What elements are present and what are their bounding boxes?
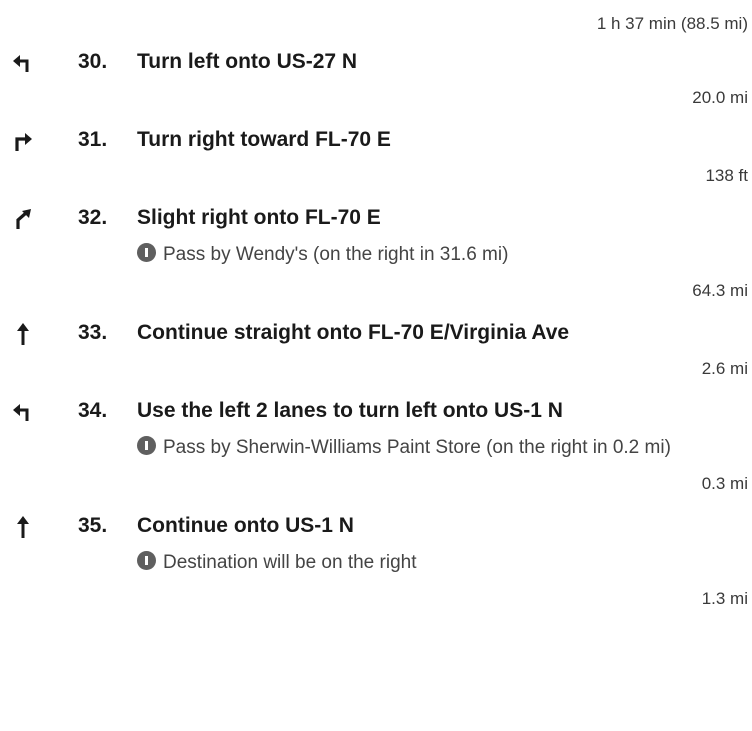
- step-note: Pass by Wendy's (on the right in 31.6 mi…: [137, 236, 752, 273]
- step-distance: 0.3 mi: [701, 474, 748, 493]
- step-distance: 20.0 mi: [692, 88, 748, 107]
- info-icon: [137, 436, 156, 455]
- step-instruction: Turn right toward FL-70 E: [137, 128, 391, 151]
- info-icon: [137, 551, 156, 570]
- slight-right-icon: [10, 206, 36, 232]
- step-number: 33.: [78, 321, 108, 344]
- step-instruction: Continue straight onto FL-70 E/Virginia …: [137, 321, 570, 344]
- direction-step[interactable]: 34. Use the left 2 lanes to turn left on…: [0, 393, 752, 498]
- straight-icon: [10, 321, 36, 347]
- direction-step[interactable]: 35. Continue onto US-1 N Destination wil…: [0, 508, 752, 613]
- step-note-text: Pass by Sherwin-Williams Paint Store (on…: [163, 437, 671, 458]
- step-instruction: Slight right onto FL-70 E: [137, 206, 381, 229]
- direction-step[interactable]: 31. Turn right toward FL-70 E 138 ft: [0, 122, 752, 190]
- direction-step[interactable]: 32. Slight right onto FL-70 E Pass by We…: [0, 200, 752, 305]
- step-instruction: Use the left 2 lanes to turn left onto U…: [137, 399, 563, 422]
- turn-right-icon: [10, 128, 36, 154]
- step-note: Pass by Sherwin-Williams Paint Store (on…: [137, 429, 752, 466]
- step-number: 31.: [78, 128, 108, 151]
- step-note-text: Destination will be on the right: [163, 552, 417, 573]
- step-distance: 1.3 mi: [701, 589, 748, 608]
- step-note: Destination will be on the right: [137, 544, 752, 581]
- direction-step[interactable]: 33. Continue straight onto FL-70 E/Virgi…: [0, 315, 752, 383]
- turn-left-icon: [10, 399, 36, 425]
- turn-left-icon: [10, 50, 36, 76]
- straight-icon: [10, 514, 36, 540]
- step-distance: 2.6 mi: [701, 359, 748, 378]
- step-instruction: Continue onto US-1 N: [137, 514, 354, 537]
- step-distance: 64.3 mi: [692, 281, 748, 300]
- step-note-text: Pass by Wendy's (on the right in 31.6 mi…: [163, 244, 509, 265]
- route-total: 1 h 37 min (88.5 mi): [596, 14, 748, 33]
- directions-panel: 1 h 37 min (88.5 mi) 30. Turn left onto …: [0, 0, 752, 731]
- step-number: 34.: [78, 399, 108, 422]
- step-instruction: Turn left onto US-27 N: [137, 50, 358, 73]
- step-number: 32.: [78, 206, 108, 229]
- step-distance: 138 ft: [705, 166, 748, 185]
- step-number: 35.: [78, 514, 108, 537]
- step-number: 30.: [78, 50, 108, 73]
- info-icon: [137, 243, 156, 262]
- direction-step[interactable]: 30. Turn left onto US-27 N 20.0 mi: [0, 44, 752, 112]
